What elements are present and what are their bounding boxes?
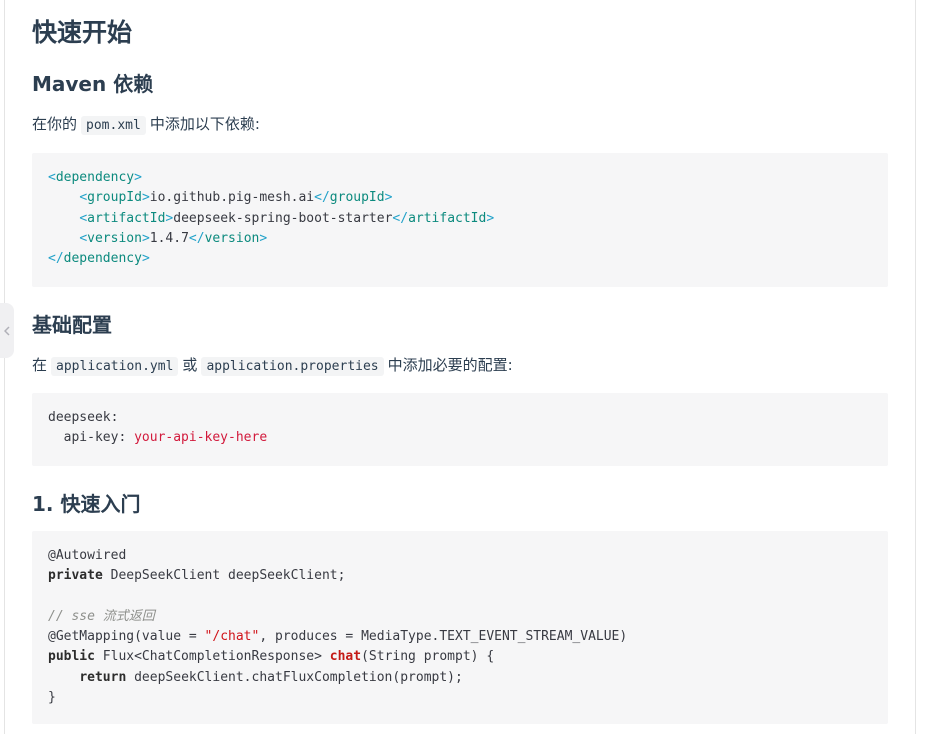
method-name: chat <box>329 649 362 665</box>
yaml-api-key-value: your-api-key-here <box>134 430 268 446</box>
xml-tag: groupId <box>87 190 142 206</box>
field-declaration: DeepSeekClient deepSeekClient; <box>102 568 346 584</box>
config-intro-suffix: 中添加必要的配置: <box>387 356 513 374</box>
return-keyword: return <box>79 669 127 685</box>
maven-intro: 在你的 pom.xml 中添加以下依赖: <box>32 112 260 138</box>
return-expression: deepSeekClient.chatFluxCompletion(prompt… <box>126 669 463 685</box>
artifact-id-value: deepseek-spring-boot-starter <box>173 210 393 226</box>
application-yml-code: application.yml <box>51 357 179 376</box>
application-properties-code: application.properties <box>201 357 384 376</box>
xml-tag: dependency <box>63 251 142 267</box>
config-code: deepseek: api-key: your-api-key-here <box>48 408 872 449</box>
mapping-path: "/chat" <box>204 629 260 645</box>
config-intro-prefix: 在 <box>32 356 48 374</box>
mapping-suffix: , produces = MediaType.TEXT_EVENT_STREAM… <box>259 629 628 645</box>
maven-heading: Maven 依赖 <box>32 72 154 96</box>
doc-page: 快速开始 Maven 依赖 在你的 pom.xml 中添加以下依赖: <depend… <box>0 0 952 734</box>
closing-brace: } <box>48 690 56 706</box>
sidebar-border <box>4 0 5 734</box>
group-id-value: io.github.pig-mesh.ai <box>149 190 315 206</box>
autowired-annotation: @Autowired <box>48 548 127 563</box>
mapping-prefix: @GetMapping(value = <box>48 629 205 645</box>
chevron-left-icon <box>3 321 10 340</box>
code-comment: // sse 流式返回 <box>48 608 155 624</box>
yaml-root-key: deepseek: <box>48 410 119 425</box>
xml-tag: artifactId <box>408 210 487 226</box>
version-value: 1.4.7 <box>149 230 189 246</box>
xml-tag: version <box>204 230 260 246</box>
xml-tag: dependency <box>55 170 135 185</box>
config-intro: 在 application.yml 或 application.properties 中… <box>32 353 513 379</box>
page-title: 快速开始 <box>32 18 133 47</box>
config-intro-or: 或 <box>182 356 198 374</box>
config-code-block[interactable]: deepseek: api-key: your-api-key-here <box>32 393 888 466</box>
maven-code: <dependency> <groupId>io.github.pig-mesh… <box>48 170 495 267</box>
maven-intro-prefix: 在你的 <box>32 115 78 133</box>
sidebar-toggle-button[interactable] <box>0 303 14 358</box>
maven-code-block[interactable]: <dependency> <groupId>io.github.pig-mesh… <box>32 153 888 287</box>
quick-start-code: @Autowired private DeepSeekClient deepSe… <box>48 546 872 708</box>
xml-tag: groupId <box>329 190 385 206</box>
content-border <box>915 0 916 734</box>
method-params: (String prompt) { <box>361 649 495 665</box>
config-heading: 基础配置 <box>32 313 112 337</box>
maven-intro-suffix: 中添加以下依赖: <box>149 115 260 133</box>
return-type: Flux<ChatCompletionResponse> <box>94 649 330 665</box>
public-keyword: public <box>48 649 95 665</box>
xml-tag: artifactId <box>87 210 166 226</box>
private-keyword: private <box>48 568 103 584</box>
quick-start-code-block[interactable]: @Autowired private DeepSeekClient deepSe… <box>32 531 888 724</box>
pom-xml-code: pom.xml <box>81 116 146 135</box>
quick-start-heading: 1. 快速入门 <box>32 492 141 516</box>
xml-tag: version <box>87 230 142 246</box>
yaml-api-key: api-key: <box>48 430 135 446</box>
